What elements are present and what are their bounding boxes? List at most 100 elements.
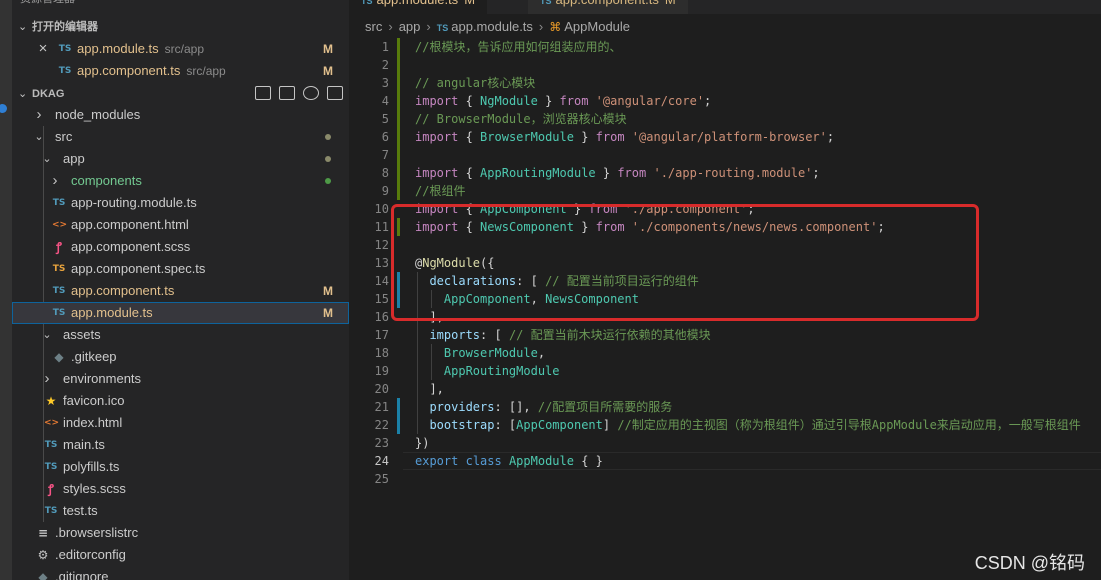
git-status-badge: M bbox=[323, 284, 333, 298]
gutter-change-marker bbox=[397, 128, 400, 146]
chevron-down-icon: ⌄ bbox=[42, 153, 52, 165]
explorer-sidebar: 资源管理器 打开的编辑器 ⌄ ×TSapp.module.tssrc/appMT… bbox=[12, 0, 349, 580]
tab-app-component-ts[interactable]: TS app.component.ts M bbox=[528, 0, 688, 14]
new-file-icon[interactable] bbox=[255, 86, 271, 100]
tree-item-label: test.ts bbox=[63, 503, 98, 518]
line-number: 21 bbox=[374, 400, 389, 414]
tree-item-index-html[interactable]: <> index.html bbox=[12, 412, 349, 434]
tree-item-gitkeep[interactable]: ◆ .gitkeep bbox=[12, 346, 349, 368]
ts-file-icon: TS bbox=[52, 286, 66, 296]
line-number: 18 bbox=[374, 346, 389, 360]
code-token: : [ bbox=[480, 328, 509, 342]
tree-item-favicon-ico[interactable]: ★ favicon.ico bbox=[12, 390, 349, 412]
line-number: 3 bbox=[381, 76, 389, 90]
tree-item-environments[interactable]: › environments bbox=[12, 368, 349, 390]
tab-status: M bbox=[665, 0, 676, 7]
breadcrumb-item[interactable]: app bbox=[399, 19, 421, 34]
ts-file-icon: TS bbox=[44, 506, 58, 516]
ts-file-icon: TS bbox=[52, 308, 66, 318]
tree-item-label: components bbox=[71, 173, 142, 188]
tree-item-app-component-spec-ts[interactable]: TS app.component.spec.ts bbox=[12, 258, 349, 280]
chevron-right-icon: › bbox=[388, 19, 393, 34]
refresh-icon[interactable] bbox=[303, 86, 319, 100]
open-editors-header[interactable]: 打开的编辑器 bbox=[32, 16, 98, 38]
project-header[interactable]: DKAG bbox=[32, 83, 64, 105]
code-token: { bbox=[458, 166, 481, 180]
code-token: ; bbox=[826, 130, 835, 144]
tree-item-label: app.component.ts bbox=[71, 283, 175, 298]
file-name: app.module.ts bbox=[77, 41, 159, 56]
tree-item-gitignore[interactable]: ◆ .gitignore bbox=[12, 566, 349, 580]
breadcrumb-item[interactable]: src bbox=[365, 19, 382, 34]
code-line: // BrowserModule，浏览器核心模块 bbox=[415, 110, 627, 128]
code-token: AppComponent bbox=[516, 418, 603, 432]
tree-item-components[interactable]: › components bbox=[12, 170, 349, 192]
tree-item-browserslistrc[interactable]: ≡ .browserslistrc bbox=[12, 522, 349, 544]
breadcrumb-item[interactable]: AppModule bbox=[564, 19, 630, 34]
open-editors-title: 打开的编辑器 bbox=[32, 21, 98, 33]
open-editor-item[interactable]: × TS app.module.ts src/app M bbox=[12, 38, 349, 60]
code-line: AppRoutingModule bbox=[415, 362, 560, 380]
line-number: 13 bbox=[374, 256, 389, 270]
code-line: ], bbox=[415, 380, 443, 398]
new-folder-icon[interactable] bbox=[279, 86, 295, 100]
tree-item-main-ts[interactable]: TS main.ts bbox=[12, 434, 349, 456]
code-token: AppRoutingModule bbox=[480, 166, 596, 180]
ts-file-icon: TS bbox=[44, 440, 58, 450]
code-token: export bbox=[415, 454, 459, 468]
class-symbol-icon: ⌘ bbox=[549, 20, 562, 34]
close-icon[interactable]: × bbox=[38, 38, 48, 60]
tree-item-assets[interactable]: ⌄ assets bbox=[12, 324, 349, 346]
tree-item-app-component-scss[interactable]: ꝭ app.component.scss bbox=[12, 236, 349, 258]
collapse-all-icon[interactable] bbox=[327, 86, 343, 100]
tab-bar: TS app.module.ts M TS app.component.ts M bbox=[349, 0, 1101, 14]
code-token: from bbox=[595, 130, 625, 144]
open-editor-item[interactable]: TS app.component.ts src/app M bbox=[12, 60, 349, 82]
tree-item-app-module-ts[interactable]: TS app.module.ts M bbox=[12, 302, 349, 324]
code-line: import { AppRoutingModule } from './app-… bbox=[415, 164, 820, 182]
tree-item-editorconfig[interactable]: ⚙ .editorconfig bbox=[12, 544, 349, 566]
tree-item-label: app.component.html bbox=[71, 217, 189, 232]
git-status-badge: M bbox=[323, 306, 333, 320]
tree-item-test-ts[interactable]: TS test.ts bbox=[12, 500, 349, 522]
tree-item-src[interactable]: ⌄ src bbox=[12, 126, 349, 148]
line-number: 7 bbox=[381, 148, 389, 162]
gutter-change-marker bbox=[397, 416, 400, 434]
code-token: import bbox=[415, 166, 459, 180]
tree-item-app[interactable]: ⌄ app bbox=[12, 148, 349, 170]
breadcrumb-item[interactable]: app.module.ts bbox=[451, 19, 533, 34]
tree-item-polyfills-ts[interactable]: TS polyfills.ts bbox=[12, 456, 349, 478]
chevron-right-icon: › bbox=[36, 106, 42, 123]
file-path: src/app bbox=[186, 64, 226, 78]
tab-app-module-ts[interactable]: TS app.module.ts M bbox=[349, 0, 488, 14]
code-token: BrowserModule bbox=[443, 346, 538, 360]
tree-item-label: .editorconfig bbox=[55, 547, 126, 562]
code-token: }) bbox=[415, 436, 430, 450]
code-token: imports bbox=[429, 328, 481, 342]
tree-item-app-component-html[interactable]: <> app.component.html bbox=[12, 214, 349, 236]
watermark: CSDN @铭码 bbox=[974, 553, 1085, 573]
line-number: 24 bbox=[374, 454, 389, 468]
explorer-toolbar bbox=[247, 86, 343, 102]
gutter-change-marker bbox=[397, 182, 400, 200]
tree-item-app-component-ts[interactable]: TS app.component.ts M bbox=[12, 280, 349, 302]
tree-item-label: node_modules bbox=[55, 107, 141, 122]
tree-item-label: app bbox=[63, 151, 85, 166]
tree-item-app-routing-module-ts[interactable]: TS app-routing.module.ts bbox=[12, 192, 349, 214]
line-number: 4 bbox=[381, 94, 389, 108]
explorer-title: 资源管理器 bbox=[20, 0, 75, 10]
tree-item-styles-scss[interactable]: ꝭ styles.scss bbox=[12, 478, 349, 500]
line-number: 17 bbox=[374, 328, 389, 342]
tab-label: app.module.ts bbox=[377, 0, 459, 7]
tree-item-node-modules[interactable]: › node_modules bbox=[12, 104, 349, 126]
line-number: 9 bbox=[381, 184, 389, 198]
chevron-right-icon: › bbox=[52, 172, 58, 189]
